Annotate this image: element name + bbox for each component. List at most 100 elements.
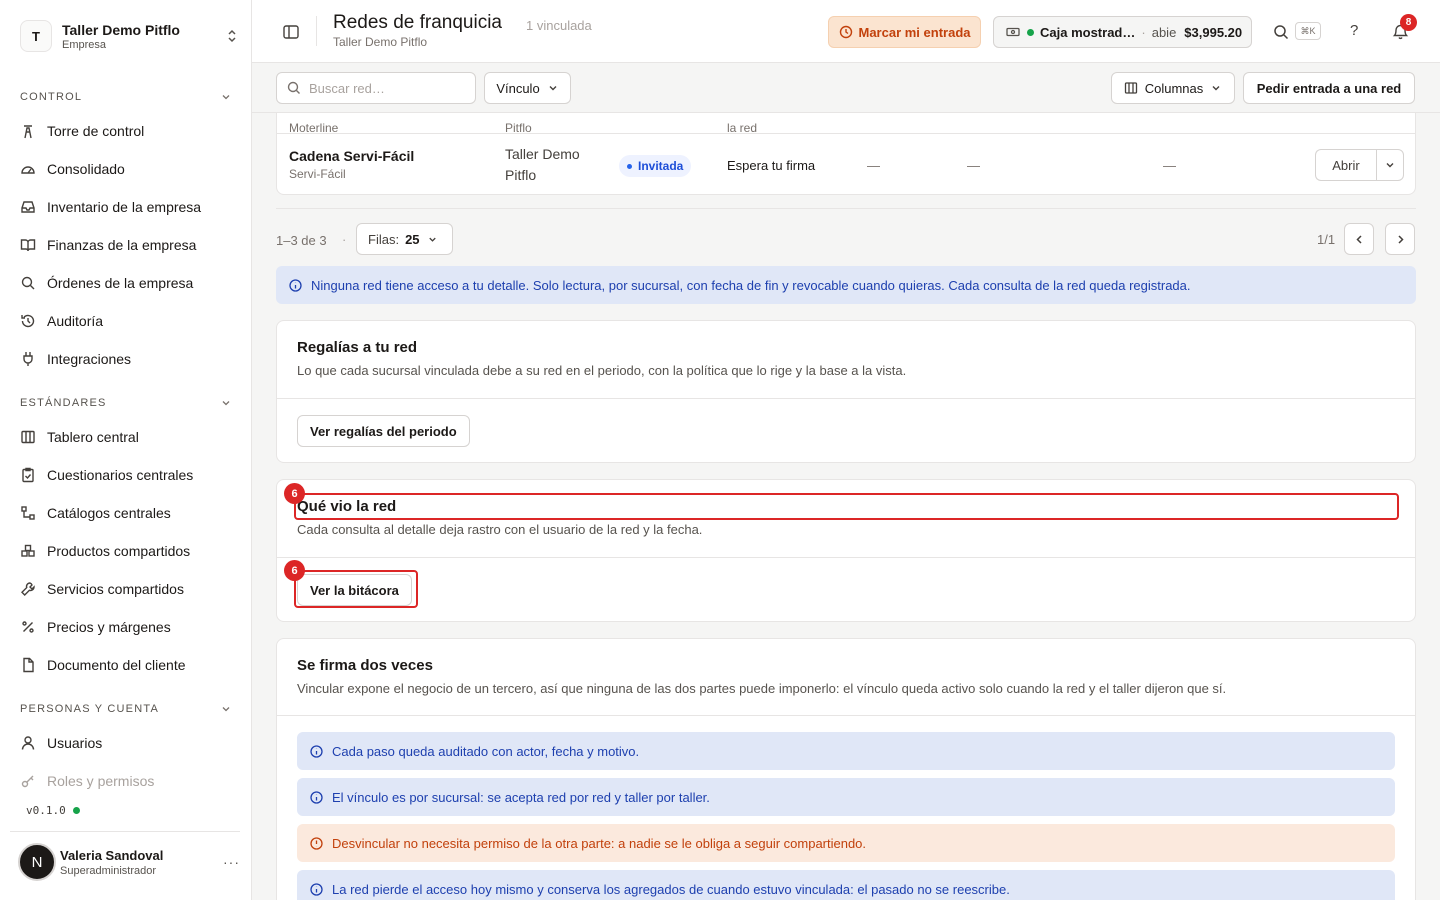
- search-input[interactable]: [309, 80, 469, 96]
- banknote-icon: [1006, 27, 1020, 37]
- note-info: El vínculo es por sucursal: se acepta re…: [297, 778, 1395, 816]
- chevron-down-icon: [1212, 86, 1220, 91]
- empty-cell: —: [867, 158, 880, 173]
- separator: ·: [1141, 24, 1146, 40]
- status-dot: [72, 807, 80, 814]
- request-entry-button[interactable]: Pedir entrada a una red: [1243, 72, 1415, 104]
- more-icon[interactable]: ···: [223, 854, 240, 870]
- help-icon[interactable]: ?: [1350, 22, 1358, 39]
- shortcut-hint: ⌘K: [1295, 22, 1321, 40]
- nav-usuarios[interactable]: Usuarios: [20, 728, 234, 758]
- nav-auditoria[interactable]: Auditoría: [20, 306, 234, 336]
- nav-torre-de-control[interactable]: Torre de control: [20, 116, 234, 146]
- empty-cell: —: [1163, 158, 1176, 173]
- networks-table: Moterline Pitflo la red Cadena Servi-Fác…: [276, 113, 1416, 195]
- clock-icon: [839, 25, 852, 39]
- nav-catalogos[interactable]: Catálogos centrales: [20, 498, 234, 528]
- notification-badge: 8: [1400, 14, 1417, 31]
- nav-finanzas[interactable]: Finanzas de la empresa: [20, 230, 234, 260]
- toolbar: Vínculo Columnas Pedir entrada a una red: [252, 63, 1440, 113]
- percent-icon: [22, 621, 34, 633]
- key-icon: [21, 775, 34, 788]
- nav-ordenes[interactable]: Órdenes de la empresa: [20, 268, 234, 298]
- chevron-left-icon: [1355, 234, 1362, 244]
- view-royalties-button[interactable]: Ver regalías del periodo: [297, 415, 470, 447]
- clock-in-label: Marcar mi entrada: [858, 24, 971, 40]
- register-state: abie: [1151, 24, 1177, 40]
- boxes-icon: [21, 544, 35, 557]
- card-title: Se firma dos veces: [297, 657, 433, 674]
- divider: [316, 16, 317, 46]
- nav-cuestionarios[interactable]: Cuestionarios centrales: [20, 460, 234, 490]
- section-estandares-header[interactable]: ESTÁNDARES: [20, 397, 232, 409]
- app-version: v0.1.0: [26, 804, 80, 817]
- nav-documento[interactable]: Documento del cliente: [20, 650, 234, 680]
- chevron-down-icon: [1386, 163, 1394, 168]
- cash-register-button[interactable]: Caja mostrad… · abie $3,995.20: [993, 16, 1252, 48]
- row-actions-dropdown[interactable]: [1376, 149, 1404, 181]
- company-switcher[interactable]: T Taller Demo Pitflo Empresa: [20, 18, 240, 54]
- link-state: Espera tu firma: [727, 158, 816, 173]
- history-icon: [21, 314, 35, 328]
- sidebar-toggle-icon[interactable]: [282, 23, 300, 41]
- info-icon: [310, 882, 323, 896]
- company-avatar: T: [20, 20, 52, 52]
- marker-badge: 6: [284, 483, 305, 504]
- columns-label: Columnas: [1144, 80, 1204, 96]
- nav-integraciones[interactable]: Integraciones: [20, 344, 234, 374]
- audit-log-card: Qué vio la red Cada consulta al detalle …: [276, 479, 1416, 622]
- nav-servicios[interactable]: Servicios compartidos: [20, 574, 234, 604]
- filter-label: Vínculo: [496, 80, 540, 96]
- workshop-name: Taller Demo Pitflo: [505, 146, 580, 183]
- alert-circle-icon: [310, 836, 323, 850]
- sidebar: T Taller Demo Pitflo Empresa CONTROL Tor…: [0, 0, 252, 900]
- nav-inventario[interactable]: Inventario de la empresa: [20, 192, 234, 222]
- link-filter-dropdown[interactable]: Vínculo: [484, 72, 571, 104]
- table-row[interactable]: Cadena Servi-Fácil Servi-Fácil Taller De…: [277, 134, 1415, 194]
- royalties-card: Regalías a tu red Lo que cada sucursal v…: [276, 320, 1416, 463]
- chevron-down-icon: [549, 86, 557, 91]
- info-icon: [289, 278, 302, 292]
- nav-label: Finanzas de la empresa: [47, 237, 197, 253]
- next-page-button[interactable]: [1385, 223, 1415, 255]
- card-description: Vincular expone el negocio de un tercero…: [297, 681, 1227, 696]
- prev-page-button[interactable]: [1344, 223, 1374, 255]
- main-content: Moterline Pitflo la red Cadena Servi-Fác…: [252, 113, 1440, 900]
- nav-productos[interactable]: Productos compartidos: [20, 536, 234, 566]
- search-field[interactable]: [276, 72, 476, 104]
- search-icon[interactable]: [1273, 24, 1289, 40]
- open-button[interactable]: Abrir: [1315, 149, 1376, 181]
- nav-consolidado[interactable]: Consolidado: [20, 154, 234, 184]
- divider: [277, 398, 1415, 399]
- divider: [277, 557, 1415, 558]
- section-personas-header[interactable]: PERSONAS Y CUENTA: [20, 703, 232, 715]
- nav-roles[interactable]: Roles y permisos: [20, 766, 234, 796]
- chevron-right-icon: [1397, 234, 1404, 244]
- nav-tablero-central[interactable]: Tablero central: [20, 422, 234, 452]
- nav-label: Productos compartidos: [47, 543, 191, 559]
- nav-label: Inventario de la empresa: [47, 199, 202, 215]
- info-icon: [310, 790, 323, 804]
- user-menu[interactable]: N Valeria Sandoval Superadministrador ··…: [18, 842, 240, 882]
- columns-button[interactable]: Columnas: [1111, 72, 1235, 104]
- section-title: PERSONAS Y CUENTA: [20, 703, 159, 715]
- avatar: N: [18, 843, 56, 881]
- register-amount: $3,995.20: [1184, 24, 1243, 40]
- columns-icon: [21, 430, 35, 444]
- note-info: La red pierde el acceso hoy mismo y cons…: [297, 870, 1395, 900]
- highlight-box: [294, 493, 1399, 520]
- nav-precios[interactable]: Precios y márgenes: [20, 612, 234, 642]
- nav-label: Servicios compartidos: [47, 581, 184, 597]
- clipboard-check-icon: [22, 467, 34, 483]
- section-control-header[interactable]: CONTROL: [20, 91, 232, 103]
- table-row[interactable]: Moterline Pitflo la red: [277, 113, 1415, 135]
- user-role: Superadministrador: [60, 864, 156, 877]
- search-icon: [287, 81, 300, 94]
- rows-per-page-select[interactable]: Filas: 25: [356, 223, 453, 255]
- note-warning: Desvincular no necesita permiso de la ot…: [297, 824, 1395, 862]
- note-text: La red pierde el acceso hoy mismo y cons…: [332, 881, 1010, 897]
- notice-text: Ninguna red tiene acceso a tu detalle. S…: [311, 277, 1191, 293]
- inbox-icon: [21, 201, 35, 213]
- clock-in-button[interactable]: Marcar mi entrada: [828, 16, 981, 48]
- note-text: El vínculo es por sucursal: se acepta re…: [332, 789, 710, 805]
